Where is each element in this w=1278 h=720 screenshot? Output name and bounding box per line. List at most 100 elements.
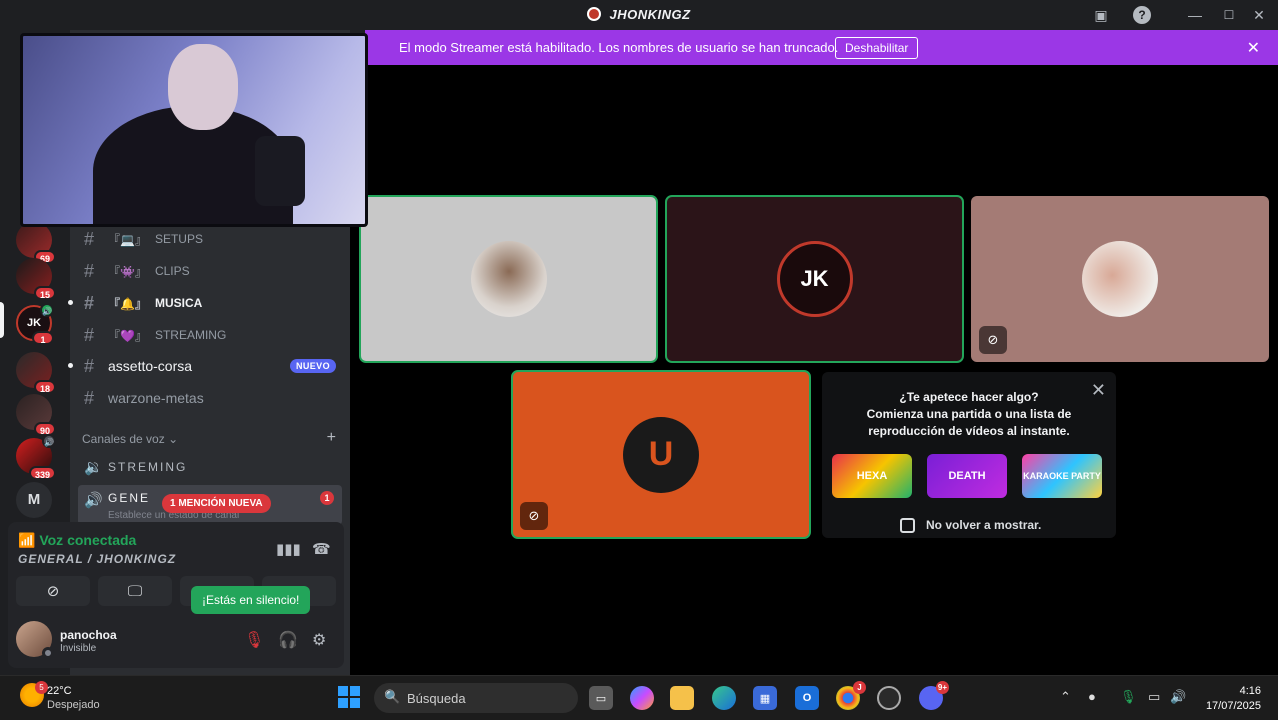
- status-indicator: [42, 647, 54, 659]
- new-mention-pill[interactable]: 1 MENCIÓN NUEVA: [162, 494, 271, 513]
- minimize-button[interactable]: —: [1186, 6, 1204, 24]
- streamer-mode-banner: El modo Streamer está habilitado. Los no…: [365, 30, 1278, 65]
- game-karaoke-party[interactable]: KARAOKE PARTY: [1022, 454, 1102, 498]
- help-icon[interactable]: ?: [1133, 6, 1151, 24]
- voice-status[interactable]: 📶 Voz conectada: [18, 532, 136, 549]
- disconnect-icon[interactable]: ☎: [312, 540, 331, 558]
- store-icon[interactable]: ▦: [753, 686, 777, 710]
- speaker-icon: 🔊: [84, 492, 105, 509]
- participant-avatar: [470, 241, 547, 317]
- tray-overflow-icon[interactable]: ⌃: [1060, 689, 1071, 705]
- game-hexa[interactable]: HEXA: [832, 454, 912, 498]
- close-icon[interactable]: ✕: [1247, 38, 1260, 58]
- camera-off-icon: ⊘: [520, 502, 548, 530]
- hash-icon: #: [84, 260, 95, 281]
- voice-icon: 🔊: [42, 434, 56, 448]
- streamer-mode-message: El modo Streamer está habilitado. Los no…: [399, 40, 839, 55]
- voice-channels-header[interactable]: Canales de voz ⌄ +: [82, 429, 336, 447]
- tray-mic-icon[interactable]: 🎙: [1120, 689, 1137, 705]
- server-badge: 15: [33, 286, 56, 300]
- discord-icon[interactable]: 9+: [919, 681, 949, 710]
- dont-show-again-checkbox[interactable]: [900, 518, 915, 533]
- server-icon-1[interactable]: 69: [16, 222, 56, 264]
- close-window-button[interactable]: ✕: [1250, 6, 1268, 24]
- channel-warzone-metas[interactable]: # warzone-metas: [78, 384, 342, 412]
- volume-icon[interactable]: 🔊: [1170, 689, 1186, 705]
- mention-count-badge: 1: [320, 491, 334, 505]
- copilot-icon[interactable]: [630, 686, 654, 710]
- jk-logo-icon: JK: [776, 241, 853, 317]
- tray-app-icon[interactable]: ●: [1088, 689, 1096, 704]
- channel-clips[interactable]: # 『👾』 CLIPS: [78, 257, 342, 285]
- server-icon-4[interactable]: 18: [16, 352, 56, 394]
- server-icon-5[interactable]: 90: [16, 394, 56, 436]
- speaker-icon: 🔉: [84, 459, 105, 476]
- task-view-icon[interactable]: ▭: [589, 686, 613, 710]
- muted-tooltip: ¡Estás en silencio!: [191, 586, 311, 614]
- noise-suppression-icon[interactable]: ▮▮▮: [276, 540, 301, 558]
- voice-channel-streming[interactable]: 🔉 STREMING: [78, 453, 342, 481]
- chevron-down-icon: ⌄: [168, 432, 179, 446]
- hash-icon: #: [84, 324, 95, 345]
- participant-tile-2[interactable]: JK: [665, 195, 964, 363]
- channel-setups[interactable]: # 『💻』 SETUPS: [78, 225, 342, 253]
- server-badge: 339: [28, 466, 56, 480]
- signal-icon: 📶: [18, 532, 36, 548]
- headphones-icon[interactable]: 🎧: [278, 630, 298, 650]
- clock[interactable]: 4:16 17/07/2025: [1206, 684, 1261, 714]
- camera-off-icon: ⊘: [46, 583, 60, 600]
- windows-taskbar: 5 22°C Despejado 🔍 Búsqueda ▭ ▦ O J 9+ ⌃…: [0, 675, 1278, 720]
- taskbar-search[interactable]: 🔍 Búsqueda: [374, 683, 578, 713]
- activity-suggestion-card: ✕ ¿Te apetece hacer algo? Comienza una pa…: [822, 372, 1116, 538]
- server-icon-jk[interactable]: JK 🔊 1: [16, 303, 54, 345]
- server-badge: 1: [32, 331, 54, 345]
- voice-active-icon: 🔊: [40, 303, 54, 317]
- screen-share-button[interactable]: 🖵: [98, 576, 172, 606]
- new-badge: NUEVO: [289, 359, 336, 373]
- server-icon-6[interactable]: 🔊 339: [16, 434, 56, 480]
- weather-description: Despejado: [47, 699, 100, 711]
- game-death[interactable]: DEATH: [927, 454, 1007, 498]
- edge-icon[interactable]: [712, 686, 736, 710]
- user-avatar[interactable]: [16, 621, 54, 659]
- inbox-icon[interactable]: ▣: [1092, 6, 1110, 24]
- server-icon-m[interactable]: M: [16, 482, 52, 518]
- channel-assetto-corsa[interactable]: # assetto-corsa NUEVO: [68, 352, 342, 380]
- camera-off-icon: ⊘: [979, 326, 1007, 354]
- window-title: JHONKINGZ: [0, 7, 1278, 22]
- title-bar: JHONKINGZ ▣ ? — ☐ ✕: [0, 0, 1278, 30]
- weather-temperature[interactable]: 22°C: [47, 685, 72, 697]
- camera-off-button[interactable]: ⊘: [16, 576, 90, 606]
- selected-server-pill: [0, 302, 4, 338]
- user-status: Invisible: [60, 643, 97, 654]
- channel-streaming[interactable]: # 『💜』 STREAMING: [78, 321, 342, 349]
- add-channel-icon[interactable]: +: [327, 429, 336, 447]
- search-icon: 🔍: [384, 689, 401, 704]
- file-explorer-icon[interactable]: [670, 686, 694, 710]
- username[interactable]: panochoa: [60, 628, 117, 642]
- participant-tile-4[interactable]: U ⊘: [511, 370, 811, 539]
- voice-stage: [350, 65, 1278, 675]
- weather-icon[interactable]: 5: [20, 681, 48, 707]
- settings-gear-icon[interactable]: ⚙: [312, 630, 326, 650]
- disable-streamer-mode-button[interactable]: Deshabilitar: [835, 37, 919, 59]
- voice-location[interactable]: GENERAL / JHONKINGZ: [18, 552, 176, 566]
- start-button[interactable]: [338, 686, 360, 708]
- network-icon[interactable]: ▭: [1148, 689, 1160, 705]
- maximize-button[interactable]: ☐: [1220, 6, 1238, 24]
- hash-icon: #: [84, 228, 95, 249]
- server-icon-2[interactable]: 15: [16, 258, 56, 300]
- hash-icon: #: [84, 292, 95, 313]
- chrome-icon[interactable]: J: [836, 681, 866, 710]
- webcam-face: [168, 44, 238, 130]
- voice-channel-general[interactable]: 🔊 GENE Establece un estado de canal 1 MEN…: [78, 485, 342, 525]
- obs-icon[interactable]: [877, 686, 901, 710]
- microphone-image: [255, 136, 305, 206]
- unread-indicator: [68, 363, 73, 368]
- participant-tile-3[interactable]: ⊘: [971, 196, 1269, 362]
- participant-tile-1[interactable]: [359, 195, 658, 363]
- user-area: panochoa Invisible 🎙 🎧 ⚙: [8, 612, 344, 668]
- mic-muted-icon[interactable]: 🎙: [244, 630, 264, 650]
- outlook-icon[interactable]: O: [795, 686, 819, 710]
- channel-musica[interactable]: # 『🔔』 MUSICA: [68, 289, 342, 317]
